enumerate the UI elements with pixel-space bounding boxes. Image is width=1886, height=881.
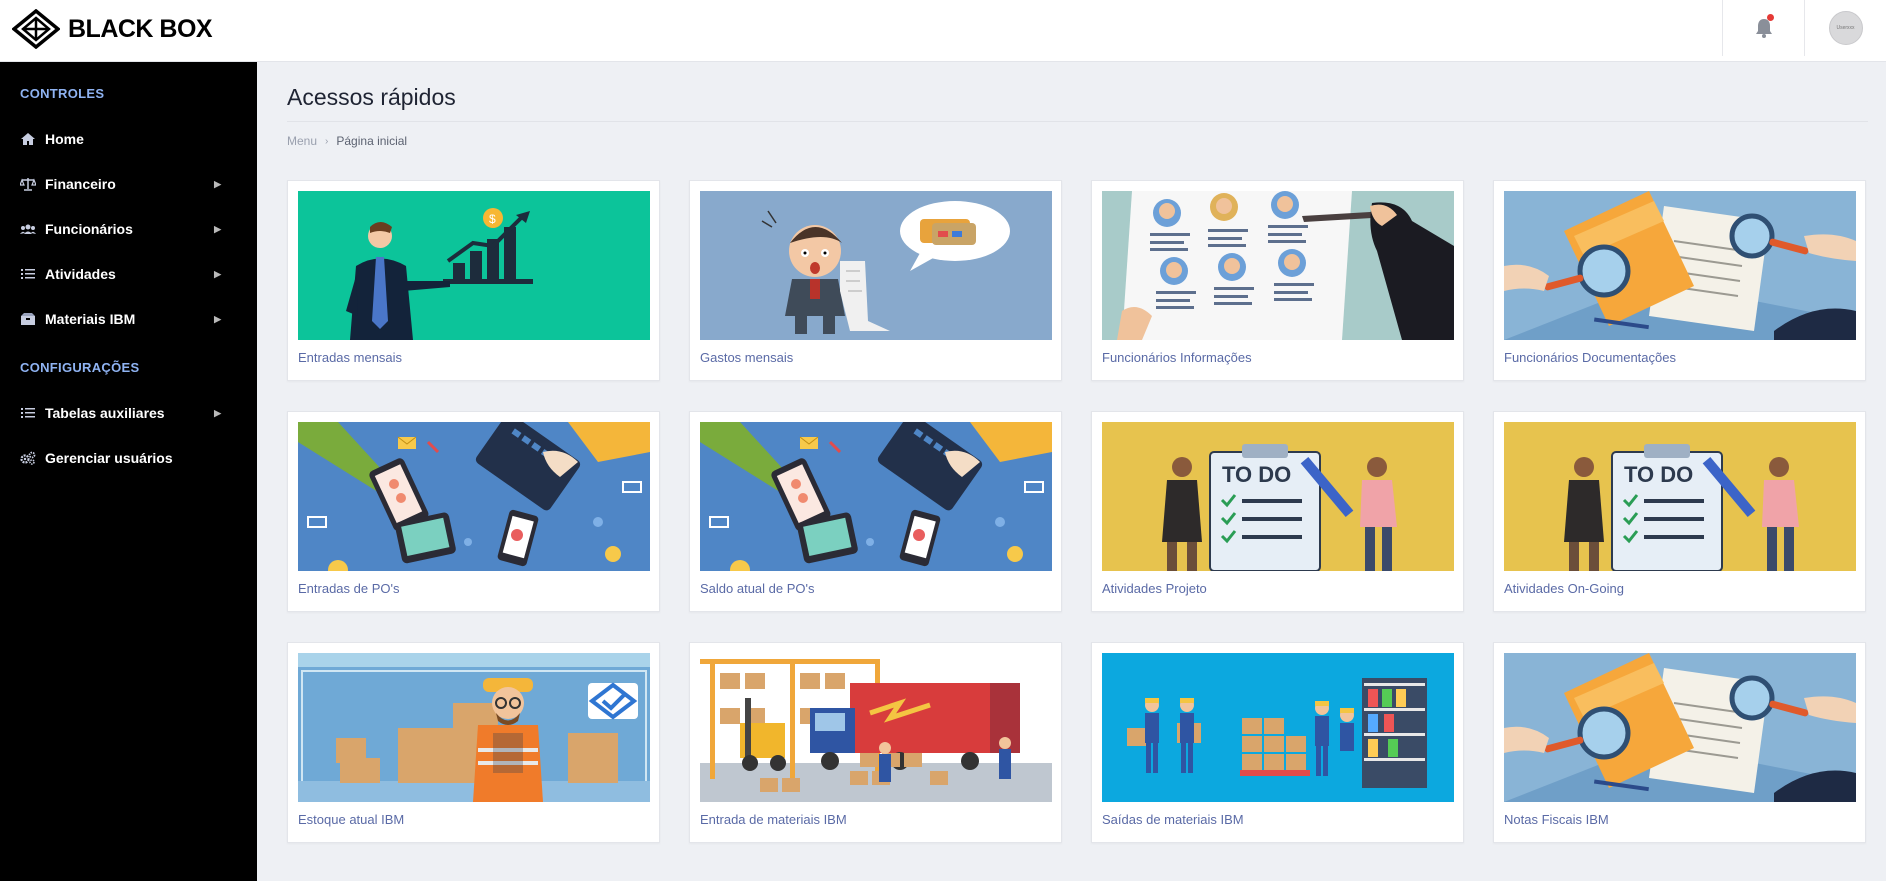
card-label: Saldo atual de PO's [700, 581, 815, 596]
sidebar-item-label: Tabelas auxiliares [45, 405, 165, 421]
sidebar-item-label: Gerenciar usuários [45, 450, 173, 466]
sidebar-item-label: Atividades [45, 266, 116, 282]
card-image-documents [1504, 191, 1856, 340]
card-label: Estoque atual IBM [298, 812, 405, 827]
sidebar-item-financeiro[interactable]: Financeiro ▶ [0, 164, 257, 204]
home-icon [19, 132, 37, 146]
black-box-logo-icon [12, 9, 60, 49]
card-image-income: $ [298, 191, 650, 340]
card-gastos-mensais[interactable]: Gastos mensais [689, 180, 1062, 381]
notification-badge [1767, 14, 1774, 21]
sidebar: CONTROLES Home Financeiro ▶ Funcionários… [0, 62, 257, 881]
card-image-po-balance [700, 422, 1052, 571]
card-image-po-entries [298, 422, 650, 571]
card-estoque-atual-ibm[interactable]: Estoque atual IBM [287, 642, 660, 843]
page-title: Acessos rápidos [287, 84, 456, 110]
card-image-stock [298, 653, 650, 802]
card-saldo-atual-de-pos[interactable]: Saldo atual de PO's [689, 411, 1062, 612]
users-icon [19, 222, 37, 236]
avatar: Userxxx [1828, 11, 1863, 45]
boxes-icon [19, 312, 37, 326]
card-label: Gastos mensais [700, 350, 794, 365]
chevron-right-icon: ▶ [214, 268, 221, 279]
card-label: Funcionários Informações [1102, 350, 1252, 365]
sidebar-item-label: Funcionários [45, 221, 133, 237]
list-icon [19, 267, 37, 281]
svg-text:$: $ [489, 212, 496, 226]
card-label: Entrada de materiais IBM [700, 812, 847, 827]
top-bar: BLACK BOX Userxxx [0, 0, 1886, 62]
breadcrumb-menu-link[interactable]: Menu [287, 134, 317, 148]
brand-name: BLACK BOX [68, 14, 213, 43]
card-funcionarios-informacoes[interactable]: Funcionários Informações [1091, 180, 1464, 381]
card-image-todo: TO DO [1102, 422, 1454, 571]
card-label: Atividades On-Going [1504, 581, 1624, 596]
card-image-todo: TO DO [1504, 422, 1856, 571]
card-label: Notas Fiscais IBM [1504, 812, 1609, 827]
breadcrumb-current: Página inicial [336, 134, 408, 148]
breadcrumb: Menu › Página inicial [287, 134, 407, 148]
todo-text: TO DO [1624, 462, 1693, 487]
chevron-right-icon: ▶ [214, 407, 221, 418]
card-notas-fiscais-ibm[interactable]: Notas Fiscais IBM [1493, 642, 1866, 843]
notifications-button[interactable] [1722, 0, 1804, 56]
chevron-right-icon: ▶ [214, 313, 221, 324]
card-entradas-mensais[interactable]: $ Entradas mensais [287, 180, 660, 381]
divider [287, 121, 1868, 122]
breadcrumb-separator-icon: › [325, 135, 329, 147]
main-content: Acessos rápidos Menu › Página inicial $ [257, 62, 1886, 881]
scale-icon [19, 177, 37, 191]
card-funcionarios-documentacoes[interactable]: Funcionários Documentações [1493, 180, 1866, 381]
sidebar-item-tabelas-auxiliares[interactable]: Tabelas auxiliares ▶ [0, 393, 257, 433]
sidebar-section-controles: CONTROLES [20, 86, 105, 101]
card-entradas-de-pos[interactable]: Entradas de PO's [287, 411, 660, 612]
sidebar-section-configuracoes: CONFIGURAÇÕES [20, 360, 140, 375]
card-saidas-de-materiais-ibm[interactable]: Saídas de materiais IBM [1091, 642, 1464, 843]
chevron-right-icon: ▶ [214, 223, 221, 234]
sidebar-item-funcionarios[interactable]: Funcionários ▶ [0, 209, 257, 249]
todo-text: TO DO [1222, 462, 1291, 487]
card-image-expenses [700, 191, 1052, 340]
card-label: Entradas de PO's [298, 581, 400, 596]
brand-logo[interactable]: BLACK BOX [12, 9, 213, 49]
card-atividades-projeto[interactable]: TO DO Atividades Projeto [1091, 411, 1464, 612]
card-label: Funcionários Documentações [1504, 350, 1676, 365]
user-menu[interactable]: Userxxx [1804, 0, 1886, 56]
sidebar-item-label: Financeiro [45, 176, 116, 192]
sidebar-item-label: Materiais IBM [45, 311, 136, 327]
gears-icon [19, 451, 37, 465]
card-image-invoices [1504, 653, 1856, 802]
sidebar-item-home[interactable]: Home [0, 119, 257, 159]
sidebar-item-atividades[interactable]: Atividades ▶ [0, 254, 257, 294]
card-label: Entradas mensais [298, 350, 403, 365]
card-image-material-exit [1102, 653, 1454, 802]
card-entrada-de-materiais-ibm[interactable]: Entrada de materiais IBM [689, 642, 1062, 843]
list-icon [19, 406, 37, 420]
sidebar-item-label: Home [45, 131, 84, 147]
card-atividades-on-going[interactable]: TO DO Atividades On-Going [1493, 411, 1866, 612]
card-label: Saídas de materiais IBM [1102, 812, 1244, 827]
sidebar-item-materiais-ibm[interactable]: Materiais IBM ▶ [0, 299, 257, 339]
card-image-material-entry [700, 653, 1052, 802]
card-image-employees [1102, 191, 1454, 340]
card-label: Atividades Projeto [1102, 581, 1207, 596]
chevron-right-icon: ▶ [214, 178, 221, 189]
sidebar-item-gerenciar-usuarios[interactable]: Gerenciar usuários [0, 438, 257, 478]
